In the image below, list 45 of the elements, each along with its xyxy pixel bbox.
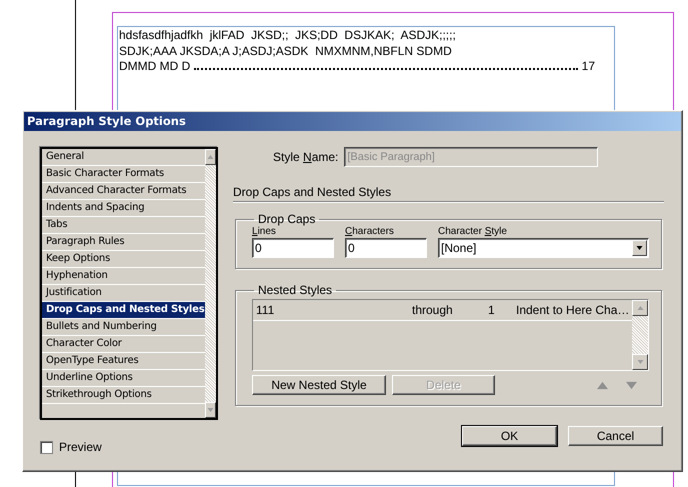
category-item[interactable]: Strikethrough Options bbox=[42, 387, 204, 404]
scrollbar[interactable] bbox=[204, 149, 216, 418]
toc-entry-text: DMMD MD D bbox=[119, 59, 190, 74]
preview-label: Preview bbox=[59, 440, 102, 454]
scroll-up-icon[interactable] bbox=[636, 306, 644, 310]
scrollbar[interactable] bbox=[632, 300, 648, 370]
scroll-up-icon[interactable] bbox=[206, 155, 214, 159]
character-style-dropdown[interactable]: [None] bbox=[438, 238, 649, 258]
scroll-down-icon[interactable] bbox=[206, 408, 214, 412]
field-label: Character Style bbox=[438, 226, 508, 237]
page-number: 17 bbox=[582, 59, 595, 74]
category-item[interactable]: Paragraph Rules bbox=[42, 234, 204, 251]
dropdown-arrow-icon[interactable] bbox=[636, 246, 643, 250]
category-item[interactable]: Drop Caps and Nested Styles bbox=[42, 302, 204, 319]
nested-style-cell[interactable]: through bbox=[412, 303, 488, 317]
style-name-label: Style Name: bbox=[273, 150, 338, 164]
category-item[interactable]: Keep Options bbox=[42, 251, 204, 268]
group-title: Nested Styles bbox=[257, 283, 334, 297]
field-label: Characters bbox=[345, 226, 395, 237]
nested-style-cell[interactable]: 1 bbox=[488, 303, 516, 317]
category-item[interactable]: Advanced Character Formats bbox=[42, 183, 204, 200]
dialog-button[interactable]: OK bbox=[462, 426, 557, 446]
nested-style-cell[interactable]: 111 bbox=[253, 303, 412, 317]
category-item[interactable]: Bullets and Numbering bbox=[42, 319, 204, 336]
nested-style-button[interactable]: New Nested Style bbox=[252, 375, 386, 395]
category-item[interactable]: Tabs bbox=[42, 217, 204, 234]
scroll-down-icon[interactable] bbox=[636, 360, 644, 364]
category-item[interactable]: Indents and Spacing bbox=[42, 200, 204, 217]
number-field[interactable]: 0 bbox=[345, 238, 427, 258]
group-title: Drop Caps bbox=[257, 212, 316, 226]
field-label: Lines bbox=[252, 226, 277, 237]
category-item[interactable]: OpenType Features bbox=[42, 353, 204, 370]
section-title: Drop Caps and Nested Styles bbox=[233, 185, 664, 202]
category-item[interactable]: Basic Character Formats bbox=[42, 166, 204, 183]
category-item[interactable]: General bbox=[42, 149, 204, 166]
category-item[interactable]: Underline Options bbox=[42, 370, 204, 387]
dialog-button[interactable]: Cancel bbox=[568, 426, 663, 446]
preview-checkbox[interactable] bbox=[40, 440, 53, 454]
dialog-title: Paragraph Style Options bbox=[24, 112, 681, 131]
number-field[interactable]: 0 bbox=[252, 238, 334, 258]
text-line: hdsfasdfhjadfkh jklFAD JKSD;; JKS;DD DSJKAK; ASDJK;;;;; bbox=[119, 28, 457, 44]
category-item[interactable]: Hyphenation bbox=[42, 268, 204, 285]
category-item[interactable]: Character Color bbox=[42, 336, 204, 353]
text-line: SDJK;AAA JKSDA;A J;ASDJ;ASDK NMXMNM,NBFLN SDMD bbox=[119, 44, 453, 59]
nested-style-cell[interactable]: Indent to Here Cha… bbox=[516, 303, 632, 317]
